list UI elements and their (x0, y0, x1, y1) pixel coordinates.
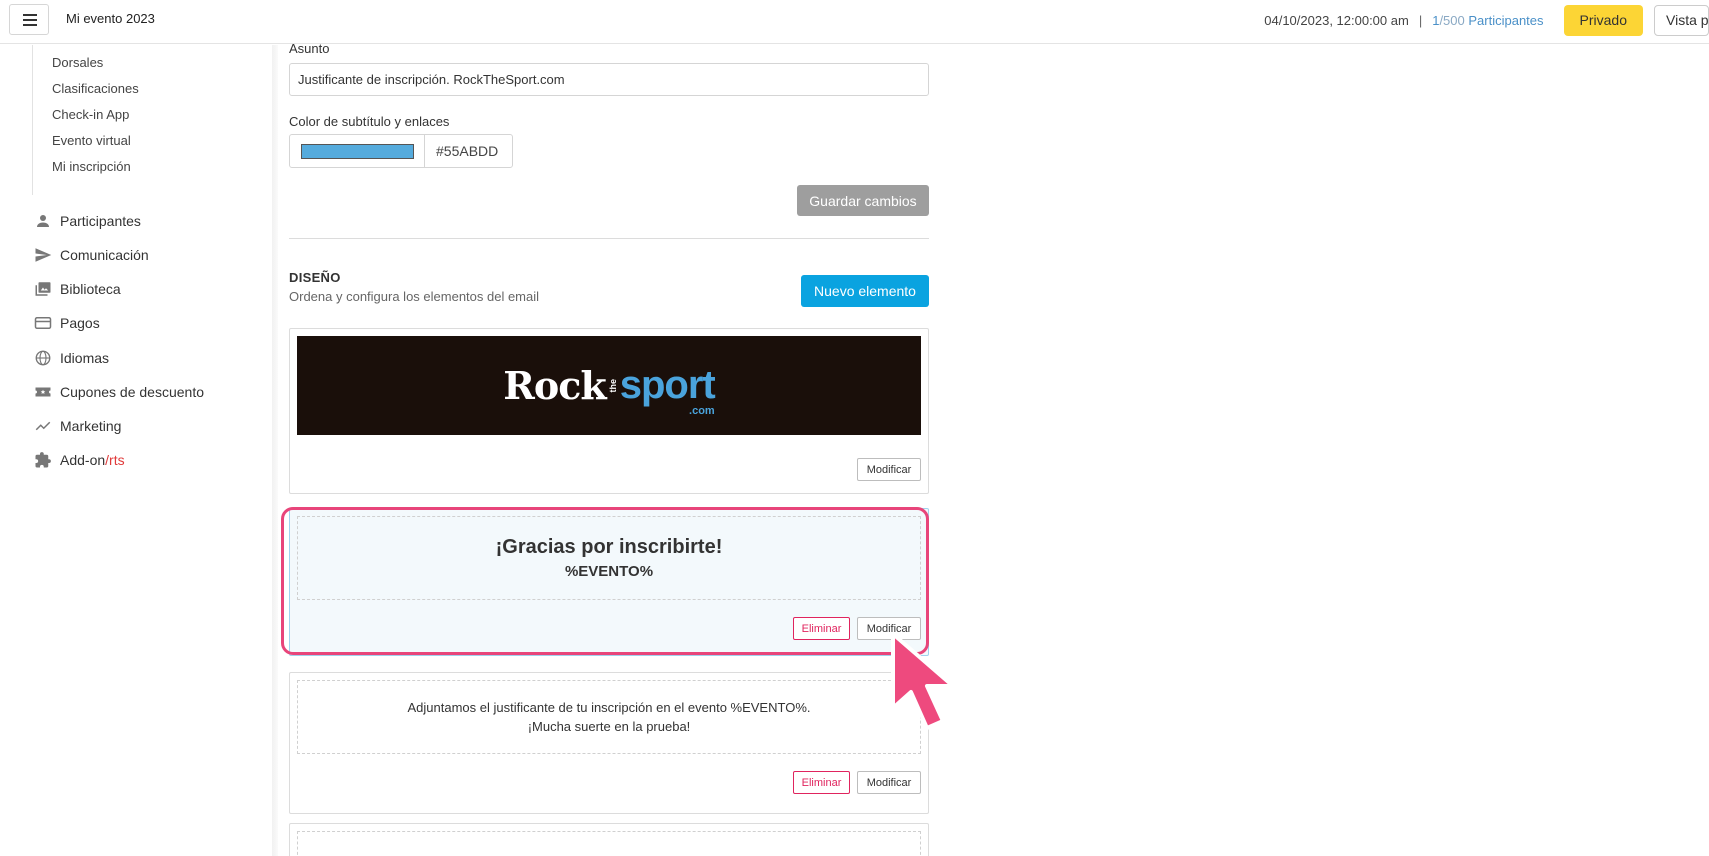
design-title: DISEÑO (289, 270, 341, 285)
subnav-item-evento-virtual[interactable]: Evento virtual (52, 133, 131, 148)
sidebar-item-label: Comunicación (60, 247, 149, 263)
sidebar-item-addon[interactable]: Add-on/rts (33, 449, 125, 471)
top-bar: Mi evento 2023 04/10/2023, 12:00:00 am |… (0, 0, 1709, 44)
email-block-logo[interactable]: Rock the sport .com Modificar (289, 328, 929, 494)
color-picker[interactable]: #55ABDD (289, 134, 513, 168)
subnav-item-clasificaciones[interactable]: Clasificaciones (52, 81, 139, 96)
save-button[interactable]: Guardar cambios (797, 185, 929, 216)
new-element-button[interactable]: Nuevo elemento (801, 275, 929, 307)
logo-com-text: .com (689, 405, 715, 417)
send-icon (33, 245, 53, 265)
logo-banner: Rock the sport .com (297, 336, 921, 435)
modify-button[interactable]: Modificar (857, 458, 921, 481)
hamburger-line (23, 24, 37, 26)
count-total: /500 (1439, 12, 1465, 28)
color-swatch (300, 143, 414, 159)
sidebar-item-label-accent: /rts (105, 452, 125, 468)
selection-highlight (281, 507, 929, 655)
photo-library-icon (33, 279, 53, 299)
event-title[interactable]: Mi evento 2023 (66, 11, 155, 26)
subject-input[interactable]: Justificante de inscripción. RockTheSpor… (289, 63, 929, 96)
sidebar-item-pagos[interactable]: Pagos (33, 312, 100, 334)
sidebar-item-label: Add-on (60, 452, 106, 468)
subnav-item-dorsales[interactable]: Dorsales (52, 55, 103, 70)
sidebar-item-label: Biblioteca (60, 281, 121, 297)
subnav-item-mi-inscripcion[interactable]: Mi inscripción (52, 159, 131, 174)
credit-card-icon (33, 313, 53, 333)
section-divider (289, 238, 929, 239)
logo-sport-word: sport (619, 363, 716, 407)
coupon-icon (33, 382, 53, 402)
links-content (297, 831, 921, 856)
sidebar-item-label: Cupones de descuento (60, 384, 204, 400)
subnav-item-checkin[interactable]: Check-in App (52, 107, 129, 122)
count-label: Participantes (1468, 12, 1544, 28)
separator: | (1418, 12, 1423, 28)
sidebar-item-biblioteca[interactable]: Biblioteca (33, 278, 121, 300)
sidebar-item-comunicacion[interactable]: Comunicación (33, 244, 149, 266)
paragraph-line-2: ¡Mucha suerte en la prueba! (527, 719, 691, 734)
sidebar-item-participantes[interactable]: Participantes (33, 210, 141, 232)
modify-button[interactable]: Modificar (857, 771, 921, 794)
sidebar-item-label: Participantes (60, 213, 141, 229)
sidebar: Dorsales Clasificaciones Check-in App Ev… (0, 45, 273, 856)
top-right-bar: 04/10/2023, 12:00:00 am | 1/500 Particip… (1264, 4, 1709, 36)
hamburger-line (23, 19, 37, 21)
logo-sport-text: sport .com (619, 363, 716, 417)
paragraph-line-1: Adjuntamos el justificante de tu inscrip… (407, 700, 811, 715)
subject-label: Asunto (289, 41, 330, 56)
email-block-paragraph[interactable]: Adjuntamos el justificante de tu inscrip… (289, 672, 929, 814)
sidebar-item-idiomas[interactable]: Idiomas (33, 347, 109, 369)
event-date: 04/10/2023, 12:00:00 am (1264, 12, 1409, 28)
color-swatch-button[interactable] (290, 135, 425, 167)
logo-the-text: the (607, 378, 618, 393)
design-subtitle: Ordena y configura los elementos del ema… (289, 289, 540, 304)
trending-icon (33, 416, 53, 436)
privado-button[interactable]: Privado (1563, 4, 1643, 36)
paragraph-content: Adjuntamos el justificante de tu inscrip… (297, 680, 921, 754)
sidebar-item-cupones[interactable]: Cupones de descuento (33, 381, 204, 403)
person-icon (33, 211, 53, 231)
menu-button[interactable] (9, 4, 49, 35)
pointer-cursor-icon (891, 632, 955, 730)
color-hex-input[interactable]: #55ABDD (425, 135, 512, 167)
hamburger-line (23, 14, 37, 16)
sidebar-item-label: Pagos (60, 315, 100, 331)
email-block-links[interactable] (289, 823, 929, 856)
sidebar-item-label: Marketing (60, 418, 122, 434)
color-label: Color de subtítulo y enlaces (289, 114, 450, 129)
vista-previa-button[interactable]: Vista p (1654, 4, 1709, 36)
sidebar-divider (272, 45, 278, 856)
puzzle-icon (33, 450, 53, 470)
sidebar-subnav: Dorsales Clasificaciones Check-in App Ev… (32, 45, 139, 195)
logo-rock-text: Rock (503, 363, 606, 408)
sidebar-item-marketing[interactable]: Marketing (33, 415, 121, 437)
sidebar-item-label: Idiomas (60, 350, 110, 366)
delete-button[interactable]: Eliminar (793, 771, 850, 794)
globe-icon (33, 348, 53, 368)
participants-count-link[interactable]: 1/500 Participantes (1432, 13, 1543, 28)
